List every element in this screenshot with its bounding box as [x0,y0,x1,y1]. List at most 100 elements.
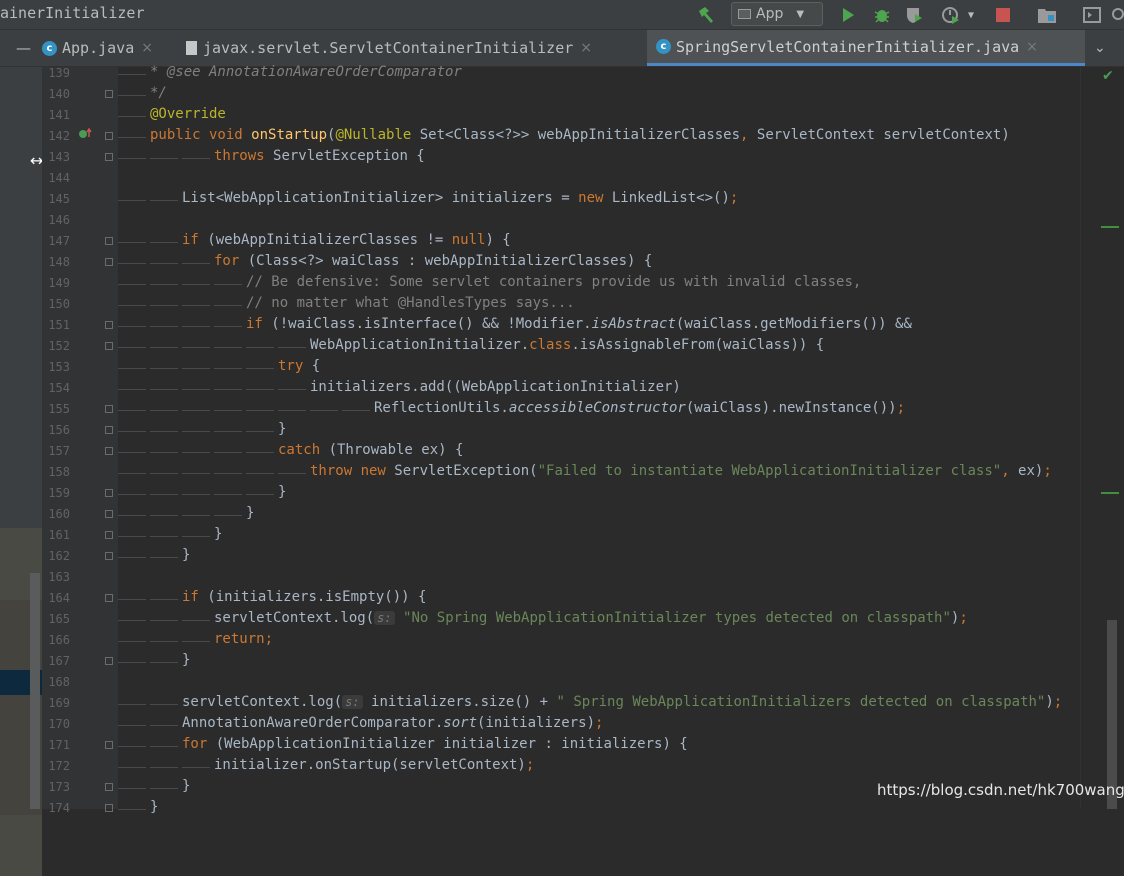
code-token: for [182,736,216,752]
code-line[interactable]: initializer.onStartup(servletContext); [214,757,534,773]
profiler-icon[interactable] [939,5,961,25]
code-token: * [150,64,167,80]
build-hammer-icon[interactable] [695,5,717,25]
code-line[interactable]: servletContext.log(s: initializers.size(… [182,694,1062,710]
indent-guide [118,368,146,369]
close-icon[interactable]: × [1026,39,1038,55]
fold-marker-icon[interactable] [105,657,113,665]
code-line[interactable]: throws ServletException { [214,148,425,164]
code-line[interactable]: @Override [150,106,226,122]
run-with-coverage-icon[interactable] [903,5,925,25]
tree-node[interactable] [0,815,42,876]
line-number: 163 [48,570,70,584]
code-line[interactable]: } [182,778,190,794]
search-icon[interactable] [1110,5,1124,25]
code-line[interactable]: } [182,547,190,563]
code-line[interactable]: // no matter what @HandlesTypes says... [246,295,575,311]
change-marker[interactable] [1101,492,1119,494]
fold-marker-icon[interactable] [105,552,113,560]
breadcrumb-title[interactable]: ainerInitializer [0,4,145,22]
fold-marker-icon[interactable] [105,237,113,245]
code-line[interactable]: if (webAppInitializerClasses != null) { [182,232,511,248]
code-token: ; [1043,463,1052,479]
code-line[interactable]: servletContext.log(s: "No Spring WebAppl… [214,610,968,626]
close-icon[interactable]: × [580,40,592,56]
indent-guide [310,410,338,411]
code-line[interactable]: AnnotationAwareOrderComparator.sort(init… [182,715,603,731]
code-line[interactable]: } [150,799,158,815]
code-line[interactable]: initializers.add((WebApplicationInitiali… [310,379,681,395]
fold-marker-icon[interactable] [105,405,113,413]
code-line[interactable]: for (Class<?> waiClass : webAppInitializ… [214,253,652,269]
debug-bug-icon[interactable] [871,5,893,25]
indent-guide [150,599,178,600]
tab-spring-servlet-container-initializer[interactable]: c SpringServletContainerInitializer.java… [647,30,1085,66]
run-icon[interactable] [838,5,858,25]
run-anything-icon[interactable] [1081,5,1103,25]
tab-servlet-container-initializer[interactable]: javax.servlet.ServletContainerInitialize… [186,30,600,66]
fold-marker-icon[interactable] [105,741,113,749]
fold-marker-icon[interactable] [105,153,113,161]
fold-marker-icon[interactable] [105,783,113,791]
hide-panel-icon[interactable]: — [16,30,34,66]
indent-guide [118,326,146,327]
code-line[interactable]: * @see AnnotationAwareOrderComparator [150,64,462,80]
line-number: 159 [48,486,70,500]
code-line[interactable]: public void onStartup(@Nullable Set<Clas… [150,127,1010,143]
code-line[interactable]: catch (Throwable ex) { [278,442,463,458]
code-line[interactable]: ReflectionUtils.accessibleConstructor(wa… [374,400,905,416]
fold-marker-icon[interactable] [105,804,113,812]
fold-marker-icon[interactable] [105,510,113,518]
indent-guide [150,347,178,348]
code-line[interactable]: } [214,526,222,542]
code-line[interactable]: } [278,484,286,500]
code-line[interactable]: WebApplicationInitializer.class.isAssign… [310,337,824,353]
project-structure-icon[interactable] [1036,5,1058,25]
indent-guide [182,305,210,306]
indent-guide [214,431,242,432]
code-line[interactable]: if (!waiClass.isInterface() && !Modifier… [246,316,912,332]
fold-marker-icon[interactable] [105,447,113,455]
code-line[interactable]: throw new ServletException("Failed to in… [310,463,1052,479]
code-token: class [529,337,572,353]
fold-marker-icon[interactable] [105,342,113,350]
stop-icon[interactable] [993,5,1013,25]
fold-marker-icon[interactable] [105,594,113,602]
code-line[interactable]: return; [214,631,273,647]
project-scrollbar[interactable] [30,573,40,809]
fold-marker-icon[interactable] [105,90,113,98]
code-line[interactable]: try { [278,358,320,374]
code-line[interactable]: */ [150,85,167,101]
code-line[interactable]: } [182,652,190,668]
fold-marker-icon[interactable] [105,531,113,539]
fold-marker-icon[interactable] [105,489,113,497]
code-token: @see [166,64,201,80]
code-token: (Class<?> waiClass : webAppInitializerCl… [247,253,653,269]
fold-marker-icon[interactable] [105,258,113,266]
code-line[interactable]: if (initializers.isEmpty()) { [182,589,426,605]
indent-guide [278,410,306,411]
fold-marker-icon[interactable] [105,426,113,434]
profiler-dropdown-chevron-icon[interactable]: ▼ [964,5,978,25]
line-number: 150 [48,297,70,311]
run-configuration-dropdown[interactable]: App ▼ [731,2,823,26]
fold-marker-icon[interactable] [105,321,113,329]
indent-guide [214,515,242,516]
project-tool-window[interactable] [0,67,42,876]
code-line[interactable]: for (WebApplicationInitializer initializ… [182,736,688,752]
tab-app-java[interactable]: c App.java × [42,30,161,66]
code-line[interactable]: List<WebApplicationInitializer> initiali… [182,190,738,206]
code-line[interactable]: // Be defensive: Some servlet containers… [246,274,861,290]
close-icon[interactable]: × [141,40,153,56]
implements-method-icon[interactable] [78,125,92,138]
code-line[interactable]: } [246,505,254,521]
code-line[interactable]: } [278,421,286,437]
code-token: " Spring WebApplicationInitializers dete… [556,694,1046,710]
fold-marker-icon[interactable] [105,132,113,140]
tab-list-chevron-down-icon[interactable]: ⌄ [1094,30,1116,66]
error-stripe[interactable] [1080,67,1124,809]
change-marker[interactable] [1101,226,1119,228]
indent-guide [150,305,178,306]
indent-guide [118,305,146,306]
indent-guide [214,494,242,495]
